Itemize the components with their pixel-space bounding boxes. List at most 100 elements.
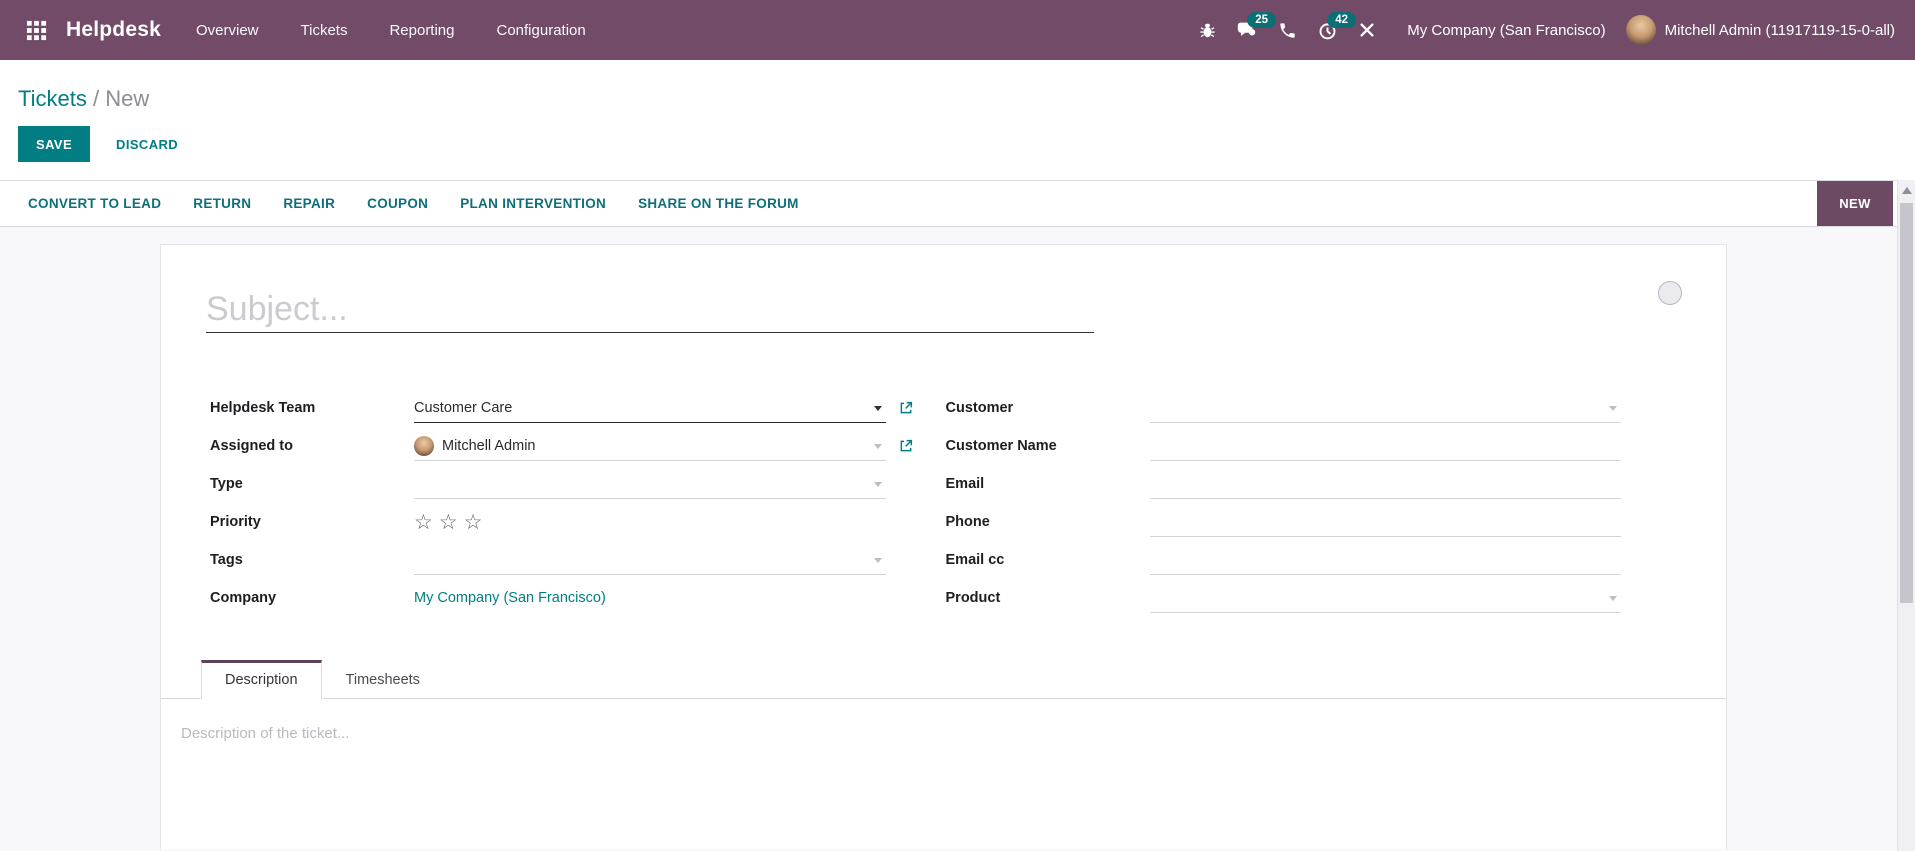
subject-field-wrap (206, 287, 1094, 333)
field-product: Product (945, 579, 1621, 617)
scroll-up-arrow-icon[interactable] (1901, 187, 1912, 194)
discard-button[interactable]: DISCARD (98, 126, 196, 162)
statusbar: CONVERT TO LEAD RETURN REPAIR COUPON PLA… (0, 180, 1897, 227)
user-avatar (1625, 15, 1656, 45)
chevron-down-icon[interactable] (873, 443, 882, 449)
notebook-tabs: Description Timesheets (161, 660, 1726, 699)
control-panel: SAVE DISCARD (18, 126, 1897, 162)
activities-icon[interactable]: 42 (1307, 10, 1356, 50)
field-grid: Helpdesk Team Customer Care Assigned to (210, 389, 1621, 617)
type-value[interactable] (414, 470, 886, 499)
email-cc-value (1149, 546, 1621, 575)
wrench-screwdriver-icon (1360, 23, 1374, 37)
plan-intervention-button[interactable]: PLAN INTERVENTION (444, 196, 622, 211)
email-cc-input[interactable] (1149, 546, 1601, 573)
priority-value: ☆☆☆ (414, 508, 886, 537)
tags-value[interactable] (414, 546, 886, 575)
star-icon[interactable]: ☆ (414, 511, 439, 534)
messages-icon[interactable]: 25 (1227, 10, 1276, 50)
company-switcher[interactable]: My Company (San Francisco) (1387, 22, 1625, 39)
phone-input[interactable] (1149, 508, 1601, 535)
tags-label: Tags (210, 552, 243, 568)
company-link[interactable]: My Company (San Francisco) (414, 590, 606, 606)
star-icon[interactable]: ☆ (439, 511, 464, 534)
email-input[interactable] (1149, 470, 1601, 497)
user-name: Mitchell Admin (11917119-15-0-all) (1664, 21, 1895, 39)
stage-badge-new[interactable]: NEW (1817, 181, 1893, 226)
phone-icon (1280, 22, 1295, 38)
breadcrumb: Tickets / New (0, 60, 1915, 114)
customer-value[interactable] (1149, 394, 1621, 423)
chevron-down-icon[interactable] (873, 557, 882, 563)
external-link-icon[interactable] (898, 438, 914, 458)
email-label: Email (945, 476, 985, 492)
priority-label: Priority (210, 514, 261, 530)
systray: 25 42 My Company (San Francisco) Mitchel… (1187, 10, 1899, 50)
user-menu[interactable]: Mitchell Admin (11917119-15-0-all) (1625, 15, 1899, 45)
chevron-down-icon[interactable] (1609, 595, 1617, 601)
customer-label: Customer (945, 400, 1014, 416)
customer-name-input[interactable] (1149, 432, 1601, 459)
description-textarea[interactable] (161, 699, 1726, 849)
breadcrumb-tickets[interactable]: Tickets (18, 86, 87, 111)
debug-bug-icon[interactable] (1187, 10, 1227, 50)
assigned-to-text: Mitchell Admin (442, 437, 536, 454)
tools-icon[interactable] (1347, 10, 1387, 50)
form-sheet: Helpdesk Team Customer Care Assigned to (160, 244, 1727, 849)
menu-configuration[interactable]: Configuration (476, 0, 607, 60)
breadcrumb-current: New (105, 86, 150, 111)
app-menu: Overview Tickets Reporting Configuration (175, 0, 607, 60)
product-value[interactable] (1149, 584, 1621, 613)
email-value (1149, 470, 1621, 499)
helpdesk-team-label: Helpdesk Team (210, 400, 316, 416)
customer-name-label: Customer Name (945, 438, 1057, 454)
field-email: Email (945, 465, 1621, 503)
helpdesk-team-value[interactable]: Customer Care (414, 394, 912, 423)
kanban-state-icon[interactable] (1658, 281, 1682, 305)
field-email-cc: Email cc (946, 541, 1621, 579)
top-navbar: Helpdesk Overview Tickets Reporting Conf… (0, 0, 1915, 60)
field-priority: Priority ☆☆☆ (210, 503, 886, 541)
assigned-to-value[interactable]: Mitchell Admin (414, 432, 912, 461)
priority-stars[interactable]: ☆☆☆ (414, 510, 488, 535)
field-company: Company My Company (San Francisco) (210, 579, 886, 617)
menu-overview[interactable]: Overview (175, 0, 280, 60)
apps-menu-icon[interactable] (16, 10, 56, 50)
tab-description[interactable]: Description (201, 660, 322, 699)
repair-button[interactable]: REPAIR (267, 196, 351, 211)
assignee-avatar (414, 435, 434, 456)
helpdesk-team-text: Customer Care (414, 399, 513, 416)
external-link-icon[interactable] (898, 400, 914, 420)
convert-to-lead-button[interactable]: CONVERT TO LEAD (12, 196, 177, 211)
chevron-down-icon[interactable] (873, 481, 882, 487)
scrollbar-thumb[interactable] (1900, 203, 1913, 603)
form-view: Helpdesk Team Customer Care Assigned to (0, 227, 1897, 851)
field-customer: Customer (945, 389, 1621, 427)
field-customer-name: Customer Name (945, 427, 1621, 465)
field-helpdesk-team: Helpdesk Team Customer Care (210, 389, 912, 427)
menu-tickets[interactable]: Tickets (280, 0, 369, 60)
assigned-to-label: Assigned to (210, 438, 293, 454)
app-title: Helpdesk (66, 18, 161, 41)
field-assigned-to: Assigned to Mitchell Admin (210, 427, 912, 465)
field-column-left: Helpdesk Team Customer Care Assigned to (210, 389, 912, 617)
chevron-down-icon[interactable] (873, 405, 882, 411)
breadcrumb-separator: / (86, 86, 106, 111)
menu-reporting[interactable]: Reporting (368, 0, 475, 60)
type-label: Type (210, 476, 243, 492)
vertical-scrollbar[interactable] (1897, 180, 1915, 851)
star-icon[interactable]: ☆ (464, 511, 489, 534)
coupon-button[interactable]: COUPON (351, 196, 444, 211)
field-phone: Phone (946, 503, 1621, 541)
tab-timesheets[interactable]: Timesheets (322, 662, 444, 699)
save-button[interactable]: SAVE (18, 126, 91, 162)
phone-value (1149, 508, 1621, 537)
chevron-down-icon[interactable] (1609, 405, 1617, 411)
grid-icon (26, 20, 46, 40)
return-button[interactable]: RETURN (177, 196, 267, 211)
subject-input[interactable] (206, 287, 1094, 333)
field-column-right: Customer Customer Name Email Phone Email… (945, 389, 1621, 617)
share-on-forum-button[interactable]: SHARE ON THE FORUM (622, 196, 815, 211)
product-label: Product (945, 590, 1001, 606)
calls-phone-icon[interactable] (1267, 10, 1307, 50)
